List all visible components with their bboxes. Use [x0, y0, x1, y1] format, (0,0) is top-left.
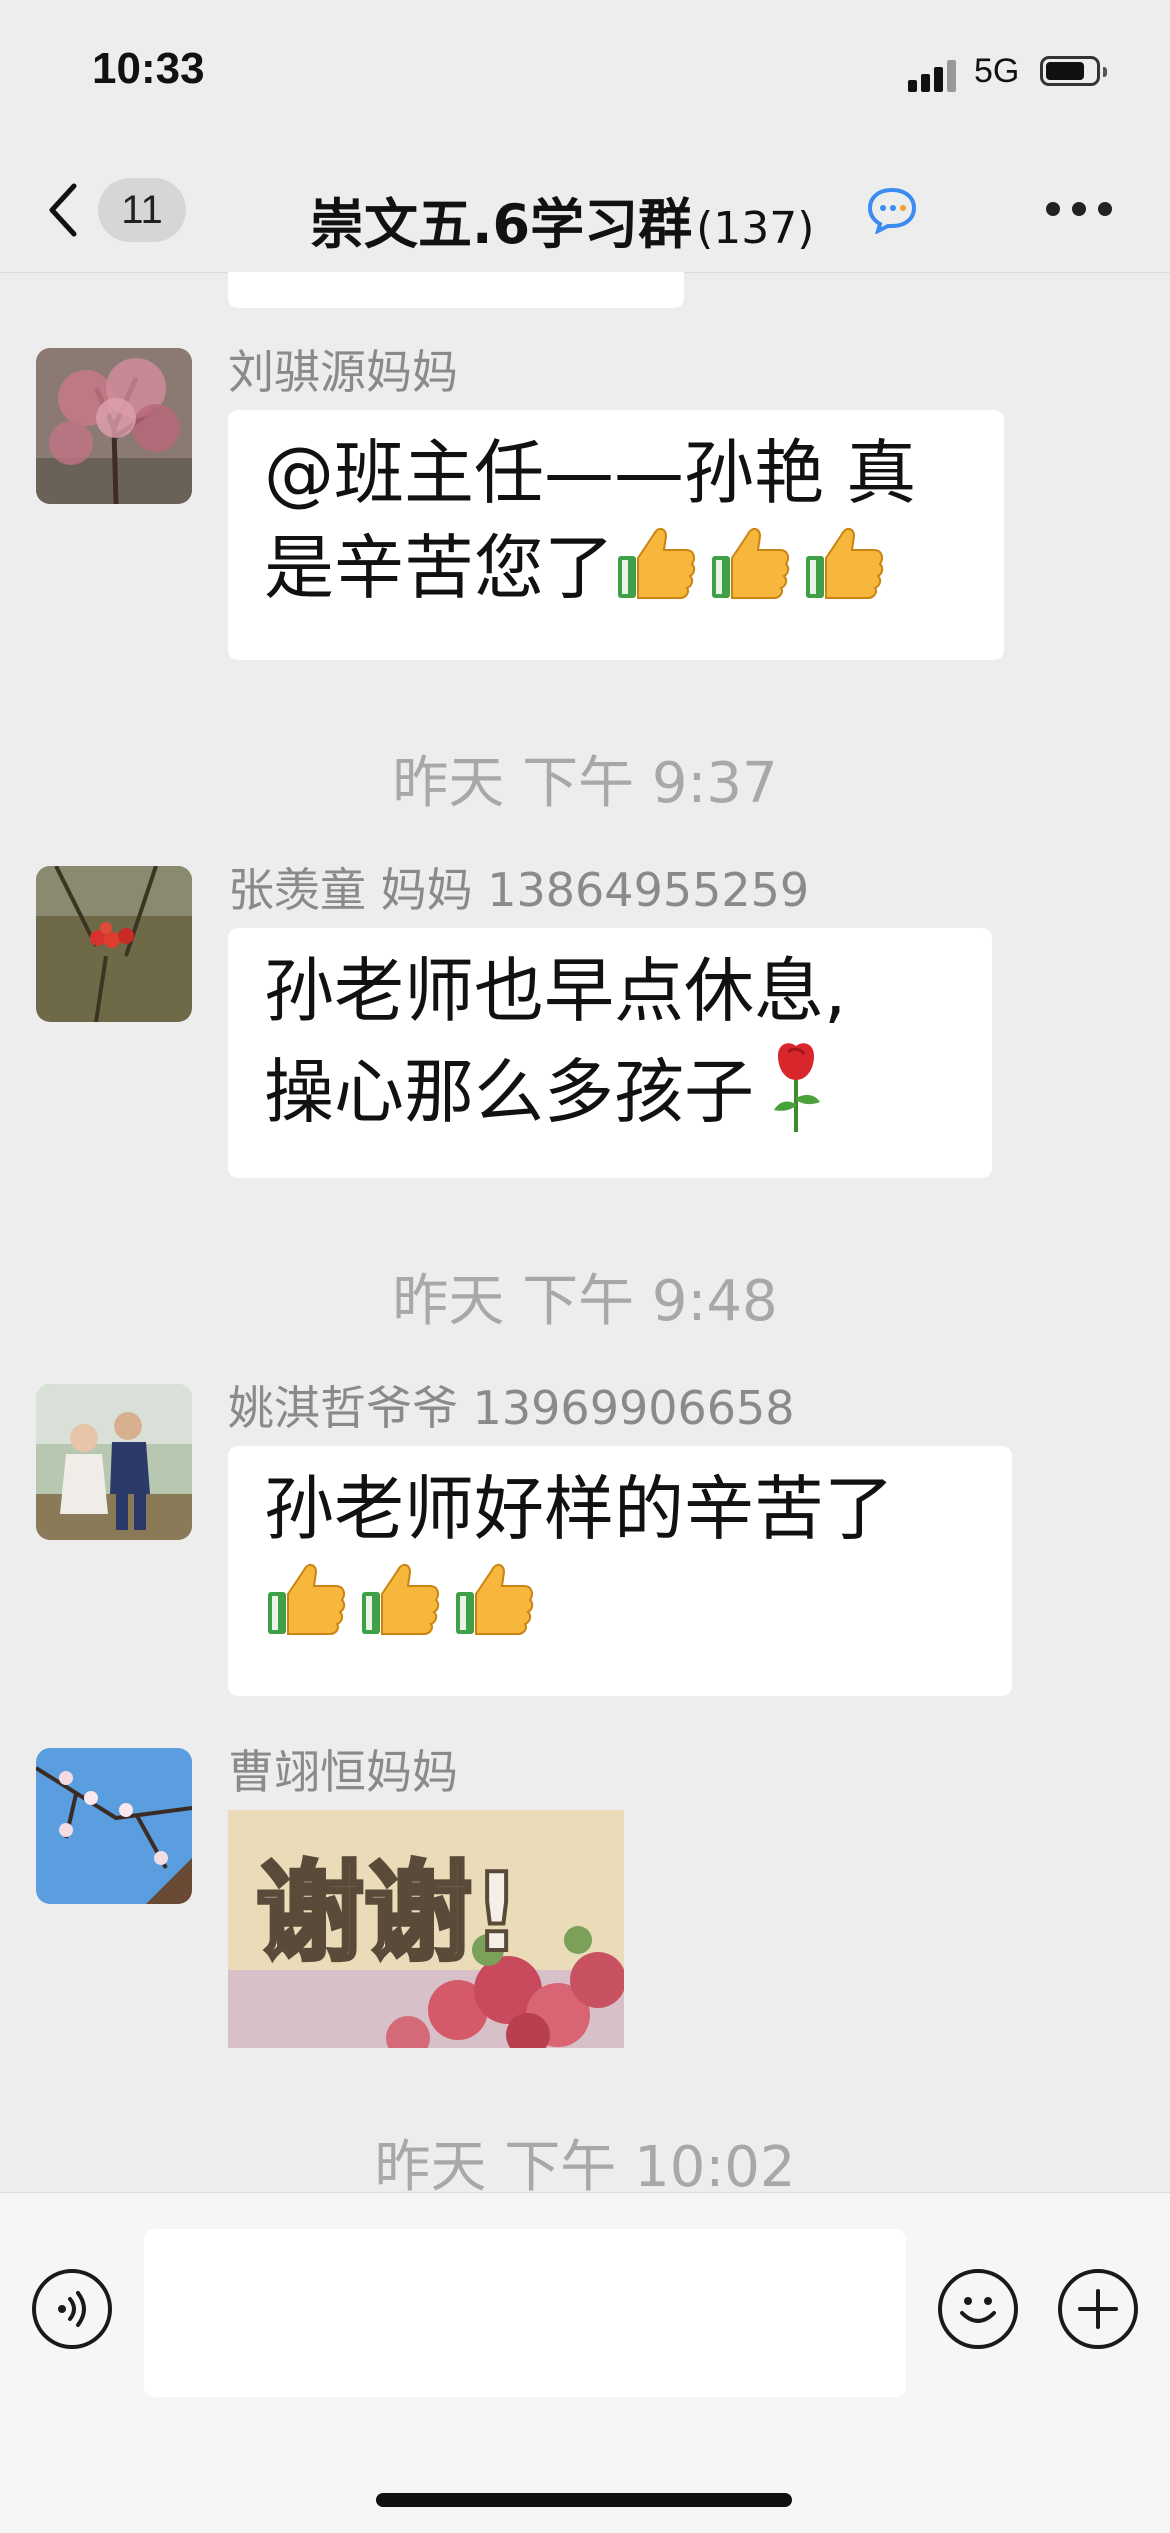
thumbs-up-icon [712, 528, 790, 599]
thumbs-up-icon [806, 528, 884, 599]
thumbs-up-icon [618, 528, 696, 599]
home-indicator[interactable] [376, 2493, 792, 2507]
message-list[interactable]: 刘骐源妈妈 @班主任——孙艳 真 是辛苦您了 昨天 下午 9:37 张羡童 妈妈… [0, 272, 1170, 2192]
message-timestamp: 昨天 下午 9:48 [392, 1269, 778, 1334]
voice-button[interactable] [32, 2269, 112, 2349]
message-bubble[interactable]: 孙老师也早点休息, 操心那么多孩子 [228, 928, 992, 1178]
message-timestamp: 昨天 下午 10:02 [374, 2135, 796, 2192]
signal-icon [908, 58, 962, 92]
sticker-image: 谢谢! [228, 1810, 624, 2048]
avatar-sky-blossom-image [36, 1748, 192, 1904]
member-count: (137) [696, 203, 815, 254]
previous-message-bubble [228, 272, 684, 308]
assistant-chat-icon[interactable] [866, 186, 918, 234]
message-text-line: 孙老师也早点休息, [264, 950, 847, 1032]
avatar[interactable] [36, 1384, 192, 1540]
sticker-caption: 谢谢! [256, 1851, 521, 1976]
sender-name: 张羡童 妈妈 13864955259 [228, 863, 810, 917]
input-bar [0, 2192, 1170, 2533]
message-text-line: 孙老师好样的辛苦了 [264, 1468, 894, 1550]
status-bar: 10:33 5G [0, 0, 1170, 150]
status-time: 10:33 [92, 44, 205, 93]
network-type: 5G [974, 52, 1020, 90]
more-icon[interactable] [1046, 200, 1112, 220]
message-text-line: 操心那么多孩子 [264, 1038, 956, 1139]
back-unread-count[interactable]: 11 [98, 178, 186, 242]
group-name: 崇文五.6学习群 [310, 193, 693, 256]
message-bubble[interactable]: 孙老师好样的辛苦了 [228, 1446, 1012, 1696]
message-timestamp: 昨天 下午 9:37 [392, 751, 778, 816]
avatar[interactable] [36, 866, 192, 1022]
rose-icon [774, 1043, 820, 1132]
sender-name: 刘骐源妈妈 [228, 345, 458, 399]
avatar-berries-image [36, 866, 192, 1022]
thank-you-sticker[interactable]: 谢谢! [228, 1810, 624, 2048]
avatar-blossom-image [36, 348, 192, 504]
avatar[interactable] [36, 348, 192, 504]
message-bubble[interactable]: @班主任——孙艳 真 是辛苦您了 [228, 410, 1004, 660]
avatar[interactable] [36, 1748, 192, 1904]
thumbs-up-icon [456, 1564, 534, 1635]
battery-icon [1040, 56, 1107, 86]
emoji-button[interactable] [938, 2269, 1018, 2349]
plus-icon [1078, 2289, 1118, 2329]
sender-name: 姚淇哲爷爷 13969906658 [228, 1381, 795, 1435]
back-chevron-icon[interactable] [44, 180, 84, 240]
voice-icon [58, 2291, 86, 2327]
thumbs-up-emoji-group [264, 1556, 976, 1651]
emoji-icon [960, 2297, 996, 2323]
thumbs-up-emoji-group [614, 527, 896, 609]
message-input[interactable] [144, 2229, 906, 2397]
chat-header: 11 崇文五.6学习群(137) [0, 150, 1170, 273]
plus-button[interactable] [1058, 2269, 1138, 2349]
message-text-line: @班主任——孙艳 真 [264, 432, 917, 514]
message-text-line: 是辛苦您了 [264, 520, 968, 615]
avatar-children-image [36, 1384, 192, 1540]
sender-name: 曹翊恒妈妈 [228, 1745, 458, 1799]
thumbs-up-icon [268, 1564, 346, 1635]
chat-title: 崇文五.6学习群(137) [310, 180, 814, 259]
thumbs-up-icon [362, 1564, 440, 1635]
